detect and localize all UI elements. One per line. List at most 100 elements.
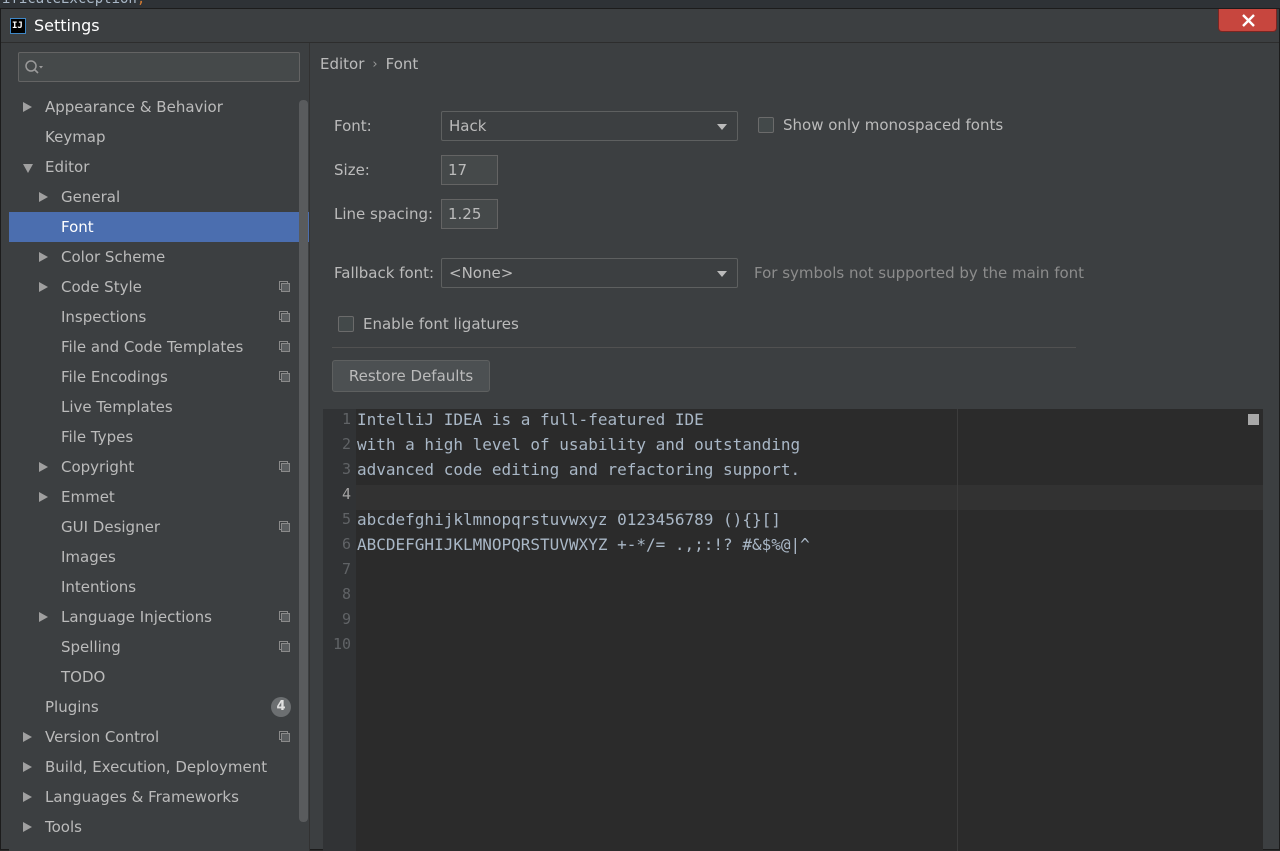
- close-icon: [1242, 14, 1255, 27]
- sidebar-item-language-injections[interactable]: Language Injections: [9, 602, 309, 632]
- collapsed-arrow-icon[interactable]: [23, 792, 32, 802]
- project-level-icon: [279, 611, 290, 622]
- background-code-punct: ;: [137, 0, 145, 7]
- sidebar-scrollbar-thumb[interactable]: [299, 100, 308, 822]
- font-label: Font:: [334, 117, 372, 135]
- sidebar-item-file-and-code-templates[interactable]: File and Code Templates: [9, 332, 309, 362]
- sidebar-item-label: Color Scheme: [61, 248, 166, 266]
- project-level-icon: [279, 281, 290, 292]
- restore-defaults-button[interactable]: Restore Defaults: [332, 360, 490, 392]
- sidebar-item-languages-frameworks[interactable]: Languages & Frameworks: [9, 782, 309, 812]
- breadcrumb-current: Font: [385, 55, 419, 73]
- fallback-font-value: <None>: [449, 264, 514, 282]
- line-spacing-field[interactable]: [441, 199, 498, 229]
- inspection-status-icon[interactable]: [1248, 414, 1259, 425]
- background-code-snippet: ificateException;: [2, 0, 145, 7]
- breadcrumb-separator-icon: ›: [372, 57, 378, 72]
- sidebar-item-tools[interactable]: Tools: [9, 812, 309, 842]
- collapsed-arrow-icon[interactable]: [39, 252, 48, 262]
- collapsed-arrow-icon[interactable]: [39, 192, 48, 202]
- sidebar-item-images[interactable]: Images: [9, 542, 309, 572]
- sidebar-item-file-types[interactable]: File Types: [9, 422, 309, 452]
- sidebar-item-code-style[interactable]: Code Style: [9, 272, 309, 302]
- line-number-gutter: 1 2 3 4 5 6 7 8 9 10: [323, 409, 356, 851]
- sidebar-item-version-control[interactable]: Version Control: [9, 722, 309, 752]
- sidebar-item-label: Spelling: [61, 638, 121, 656]
- sidebar-item-inspections[interactable]: Inspections: [9, 302, 309, 332]
- sidebar-item-copyright[interactable]: Copyright: [9, 452, 309, 482]
- collapsed-arrow-icon[interactable]: [23, 822, 32, 832]
- preview-code-line: abcdefghijklmnopqrstuvwxyz 0123456789 ()…: [357, 510, 781, 529]
- sidebar-item-label: Emmet: [61, 488, 115, 506]
- right-margin-guide: [957, 409, 958, 851]
- fallback-font-hint: For symbols not supported by the main fo…: [754, 264, 1085, 282]
- collapsed-arrow-icon[interactable]: [23, 732, 32, 742]
- collapsed-arrow-icon[interactable]: [39, 462, 48, 472]
- sidebar-item-plugins[interactable]: Plugins 4: [9, 692, 309, 722]
- size-input[interactable]: [442, 156, 497, 184]
- sidebar-item-file-encodings[interactable]: File Encodings: [9, 362, 309, 392]
- sidebar-item-label: Plugins: [45, 698, 99, 716]
- collapsed-arrow-icon[interactable]: [23, 102, 32, 112]
- collapsed-arrow-icon[interactable]: [39, 612, 48, 622]
- sidebar-item-label: Appearance & Behavior: [45, 98, 223, 116]
- line-spacing-label: Line spacing:: [334, 205, 434, 223]
- font-preview-editor[interactable]: 1 2 3 4 5 6 7 8 9 10 IntelliJ IDEA is a full-feat…: [323, 409, 1263, 851]
- sidebar-item-label: Version Control: [45, 728, 160, 746]
- sidebar-item-label: Font: [61, 218, 94, 236]
- collapsed-arrow-icon[interactable]: [39, 492, 48, 502]
- sidebar-item-build-execution-deployment[interactable]: Build, Execution, Deployment: [9, 752, 309, 782]
- line-spacing-input[interactable]: [442, 200, 497, 228]
- sidebar-item-label: Intentions: [61, 578, 137, 596]
- close-button[interactable]: [1218, 9, 1277, 32]
- sidebar-item-label: File and Code Templates: [61, 338, 244, 356]
- collapsed-arrow-icon[interactable]: [23, 762, 32, 772]
- project-level-icon: [279, 461, 290, 472]
- settings-dialog: IJ Settings Appearance & Behavior Keymap E…: [0, 8, 1280, 851]
- project-level-icon: [279, 341, 290, 352]
- project-level-icon: [279, 311, 290, 322]
- sidebar-item-spelling[interactable]: Spelling: [9, 632, 309, 662]
- preview-code-line: ABCDEFGHIJKLMNOPQRSTUVWXYZ +-*/= .,;:!? …: [357, 535, 810, 554]
- sidebar-item-label: Build, Execution, Deployment: [45, 758, 268, 776]
- font-ligatures-checkbox[interactable]: [338, 316, 354, 332]
- project-level-icon: [279, 371, 290, 382]
- sidebar-item-todo[interactable]: TODO: [9, 662, 309, 692]
- plugins-update-badge: 4: [271, 697, 291, 717]
- sidebar-item-font[interactable]: Font: [9, 212, 309, 242]
- expanded-arrow-icon[interactable]: [23, 164, 33, 173]
- title-bar: IJ Settings: [1, 9, 1279, 43]
- sidebar-item-label: Code Style: [61, 278, 142, 296]
- sidebar-item-editor[interactable]: Editor: [9, 152, 309, 182]
- monospaced-only-checkbox[interactable]: [758, 117, 774, 133]
- search-icon: [25, 60, 43, 74]
- sidebar-item-label: Languages & Frameworks: [45, 788, 239, 806]
- line-number: 2: [341, 435, 351, 453]
- sidebar-item-color-scheme[interactable]: Color Scheme: [9, 242, 309, 272]
- size-field[interactable]: [441, 155, 498, 185]
- fallback-font-dropdown[interactable]: <None>: [441, 258, 738, 288]
- sidebar-item-label: File Types: [61, 428, 134, 446]
- font-ligatures-label[interactable]: Enable font ligatures: [363, 315, 519, 333]
- sidebar-item-keymap[interactable]: Keymap: [9, 122, 309, 152]
- font-dropdown[interactable]: Hack: [441, 111, 738, 141]
- line-number: 3: [341, 460, 351, 478]
- size-label: Size:: [334, 161, 370, 179]
- line-number: 6: [341, 535, 351, 553]
- settings-search-field[interactable]: [18, 52, 300, 82]
- sidebar-item-general[interactable]: General: [9, 182, 309, 212]
- sidebar-item-appearance-behavior[interactable]: Appearance & Behavior: [9, 92, 309, 122]
- collapsed-arrow-icon[interactable]: [39, 282, 48, 292]
- dropdown-arrow-icon: [717, 271, 727, 277]
- sidebar-item-emmet[interactable]: Emmet: [9, 482, 309, 512]
- breadcrumb-parent[interactable]: Editor: [320, 55, 364, 73]
- sidebar-item-label: Editor: [45, 158, 90, 176]
- sidebar-item-live-templates[interactable]: Live Templates: [9, 392, 309, 422]
- preview-code-line: IntelliJ IDEA is a full-featured IDE: [357, 410, 704, 429]
- sidebar-item-label: Copyright: [61, 458, 135, 476]
- monospaced-only-label[interactable]: Show only monospaced fonts: [783, 116, 1003, 134]
- sidebar-item-intentions[interactable]: Intentions: [9, 572, 309, 602]
- sidebar-item-label: GUI Designer: [61, 518, 160, 536]
- sidebar-item-gui-designer[interactable]: GUI Designer: [9, 512, 309, 542]
- line-number: 7: [341, 560, 351, 578]
